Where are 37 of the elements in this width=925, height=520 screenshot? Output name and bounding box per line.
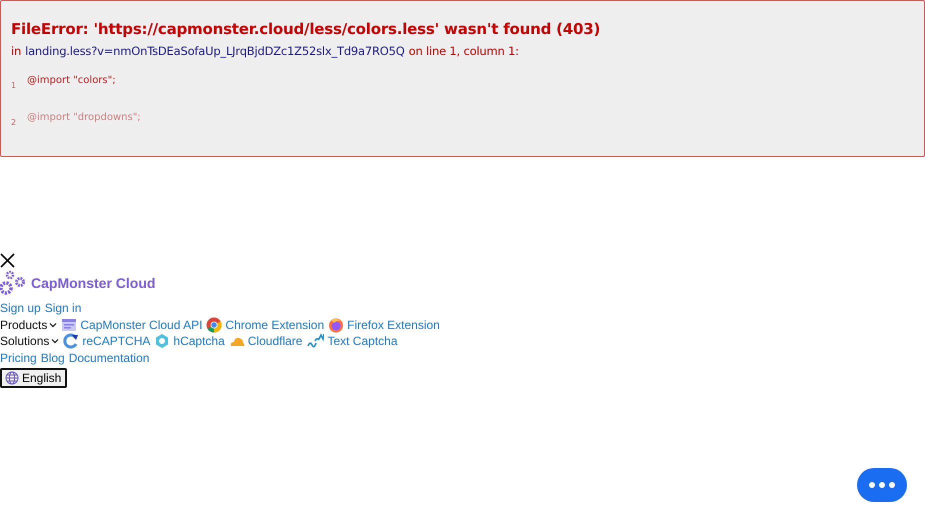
auth-link[interactable]: Sign in xyxy=(44,301,82,316)
dots-icon xyxy=(868,481,896,489)
squiggle-icon xyxy=(306,333,324,350)
document-icon xyxy=(61,316,78,333)
badge-icon xyxy=(154,333,170,350)
error-location-prefix: in xyxy=(11,44,22,58)
menu-link[interactable]: reCAPTCHA xyxy=(63,333,150,350)
refresh-icon xyxy=(63,333,80,350)
line-number: 1 xyxy=(11,81,18,90)
menu-toggle[interactable]: Solutions xyxy=(0,334,60,348)
menu-link[interactable]: hCaptcha xyxy=(154,333,225,350)
code-line: @import "colors"; xyxy=(27,75,116,86)
auth-link[interactable]: Sign up xyxy=(0,301,41,316)
menu-link[interactable]: Text Captcha xyxy=(306,333,398,350)
language-button[interactable]: English xyxy=(0,368,68,388)
menu-toggle[interactable]: Products xyxy=(0,318,58,332)
error-position: on line 1, column 1: xyxy=(408,44,519,58)
menu-link[interactable]: CapMonster Cloud API xyxy=(61,316,202,333)
logo-text[interactable]: CapMonster Cloud xyxy=(31,275,156,291)
globe-icon xyxy=(5,371,19,385)
browser-icon xyxy=(328,316,344,333)
nav-link[interactable]: Blog xyxy=(40,350,65,365)
menu-link[interactable]: Chrome Extension xyxy=(206,316,324,333)
chevron-icon xyxy=(51,338,60,344)
error-title: FileError: 'https://capmonster.cloud/less/colors.less' wasn't found (403) xyxy=(11,20,602,38)
browser-icon xyxy=(206,316,222,333)
chevron-icon xyxy=(49,322,58,328)
file-name: landing.less?v=nmOnTsDEaSofaUp_LJrqBjdDZc1Z52slx_Td9a7RO5Q xyxy=(25,44,405,58)
menu-link[interactable]: Cloudflare xyxy=(228,333,302,350)
menu-link[interactable]: Firefox Extension xyxy=(328,316,440,333)
nav-link[interactable]: Pricing xyxy=(0,350,37,365)
code-line: @import "dropdowns"; xyxy=(27,112,141,123)
gears-icon xyxy=(0,270,26,296)
line-number: 2 xyxy=(11,118,18,127)
nav-link[interactable]: Documentation xyxy=(68,350,150,365)
close-icon[interactable] xyxy=(0,253,15,268)
chat-button[interactable] xyxy=(857,468,907,502)
